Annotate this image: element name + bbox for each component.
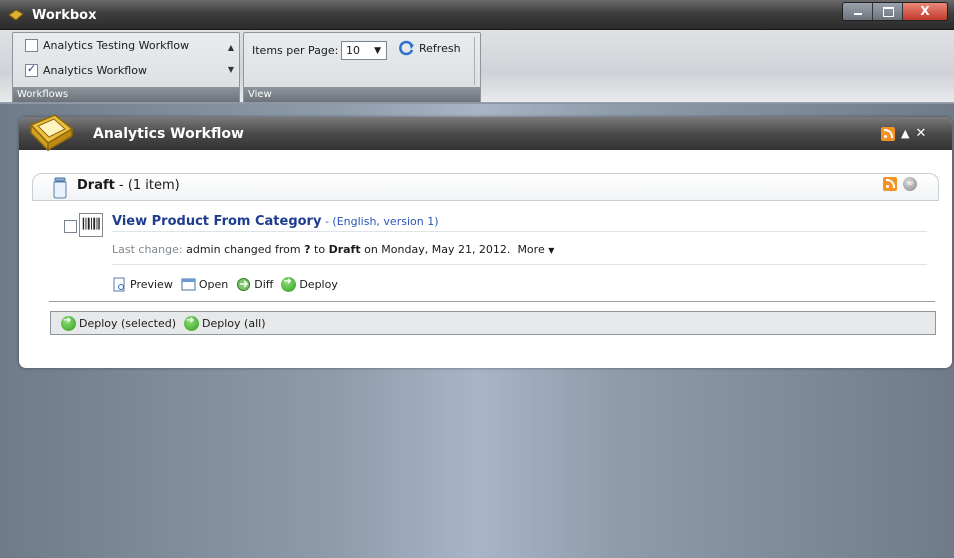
- deploy-all-button[interactable]: Deploy (all): [184, 315, 266, 331]
- divider: [112, 264, 927, 265]
- last-change-label: Last change:: [112, 243, 183, 256]
- item-title-link[interactable]: View Product From Category: [112, 214, 321, 229]
- items-per-page-value: 10: [346, 44, 360, 57]
- diff-label: Diff: [254, 278, 274, 291]
- minimize-button[interactable]: [843, 3, 873, 20]
- deploy-arrow-icon: [281, 276, 297, 292]
- last-change-text: Last change: admin changed from ? to Dra…: [112, 243, 554, 256]
- deploy-label: Deploy: [299, 278, 338, 291]
- collapse-section-icon[interactable]: ≈: [903, 177, 917, 191]
- to-state: Draft: [328, 243, 361, 256]
- draft-state-label: Draft: [77, 178, 115, 193]
- workflow-checkbox-checked[interactable]: [25, 62, 38, 77]
- jar-icon: [53, 177, 67, 199]
- deploy-selected-button[interactable]: Deploy (selected): [61, 315, 177, 331]
- workflows-group-label: Workflows: [13, 87, 239, 102]
- item-meta: - (English, version 1): [321, 215, 439, 228]
- panel-header: Analytics Workflow ▲ ✕: [19, 114, 952, 151]
- caret-down-icon: ▼: [548, 246, 555, 255]
- draft-count: - (1 item): [114, 178, 180, 193]
- chevron-down-icon: ▼: [374, 46, 381, 56]
- maximize-button[interactable]: [873, 3, 903, 20]
- workflow-item-label: Analytics Testing Workflow: [43, 39, 190, 52]
- refresh-icon: [399, 40, 414, 56]
- item-actions: Preview Open Diff Deploy: [112, 276, 346, 292]
- workflow-list-scrollbar[interactable]: ▲ ▼: [225, 37, 237, 83]
- rss-feed-icon[interactable]: [881, 126, 895, 141]
- window-titlebar: Workbox X: [0, 0, 954, 30]
- open-button[interactable]: Open: [181, 277, 228, 292]
- deploy-all-label: Deploy (all): [202, 316, 266, 330]
- preview-document-icon: [113, 277, 125, 292]
- panel-title: Analytics Workflow: [93, 126, 244, 142]
- divider: [112, 231, 927, 232]
- window-controls: X: [842, 2, 948, 21]
- more-dropdown[interactable]: More ▼: [517, 243, 554, 256]
- diff-icon: [237, 278, 251, 291]
- change-user-text: admin changed from: [182, 243, 305, 256]
- more-label: More: [517, 243, 545, 256]
- deploy-selected-label: Deploy (selected): [79, 316, 177, 330]
- items-per-page-select[interactable]: 10 ▼: [341, 41, 387, 60]
- rss-feed-icon[interactable]: [883, 177, 897, 191]
- workbox-app-icon: [8, 9, 24, 21]
- view-group-label: View: [244, 87, 480, 102]
- refresh-label: Refresh: [419, 41, 461, 55]
- inbox-tray-icon: [29, 114, 74, 151]
- workflows-group: Analytics Testing Workflow Analytics Wor…: [12, 32, 240, 103]
- collapse-up-icon[interactable]: ▲: [901, 127, 909, 140]
- group-divider: [474, 37, 475, 85]
- draft-section-title: Draft - (1 item): [77, 178, 180, 193]
- panel-controls: ▲ ✕: [881, 126, 926, 141]
- barcode-icon: [79, 213, 103, 237]
- view-group: Items per Page: 10 ▼ Refresh View: [243, 32, 481, 103]
- change-date: on Monday, May 21, 2012.: [360, 243, 511, 256]
- workflow-panel: Analytics Workflow ▲ ✕ Draft - (1 item) …: [19, 114, 952, 368]
- open-window-icon: [181, 278, 196, 291]
- refresh-button[interactable]: Refresh: [398, 39, 461, 57]
- preview-button[interactable]: Preview: [112, 277, 173, 292]
- item-title-row: View Product From Category - (English, v…: [112, 214, 439, 229]
- workflow-item-label: Analytics Workflow: [43, 64, 147, 77]
- window-title: Workbox: [32, 8, 97, 23]
- workflow-checkbox[interactable]: [25, 39, 38, 52]
- deploy-arrow-icon: [184, 315, 200, 331]
- close-panel-icon[interactable]: ✕: [915, 126, 926, 141]
- close-window-button[interactable]: X: [903, 3, 947, 20]
- open-label: Open: [198, 278, 229, 291]
- workflow-item-analytics-testing[interactable]: Analytics Testing Workflow: [25, 39, 189, 52]
- divider: [49, 301, 935, 302]
- diff-button[interactable]: Diff: [236, 277, 273, 292]
- items-per-page-label: Items per Page:: [252, 44, 339, 57]
- scroll-up-icon[interactable]: ▲: [225, 37, 237, 59]
- item-select-checkbox[interactable]: [64, 220, 77, 233]
- draft-section-controls: ≈: [883, 177, 917, 191]
- workflow-item-analytics[interactable]: Analytics Workflow: [25, 62, 147, 77]
- ribbon-toolbar: Analytics Testing Workflow Analytics Wor…: [0, 30, 954, 103]
- preview-label: Preview: [130, 278, 173, 291]
- deploy-button[interactable]: Deploy: [281, 276, 338, 292]
- scroll-down-icon[interactable]: ▼: [225, 59, 237, 81]
- to-word: to: [310, 243, 329, 256]
- deploy-arrow-icon: [61, 315, 76, 331]
- bulk-actions-bar: Deploy (selected) Deploy (all): [50, 311, 936, 335]
